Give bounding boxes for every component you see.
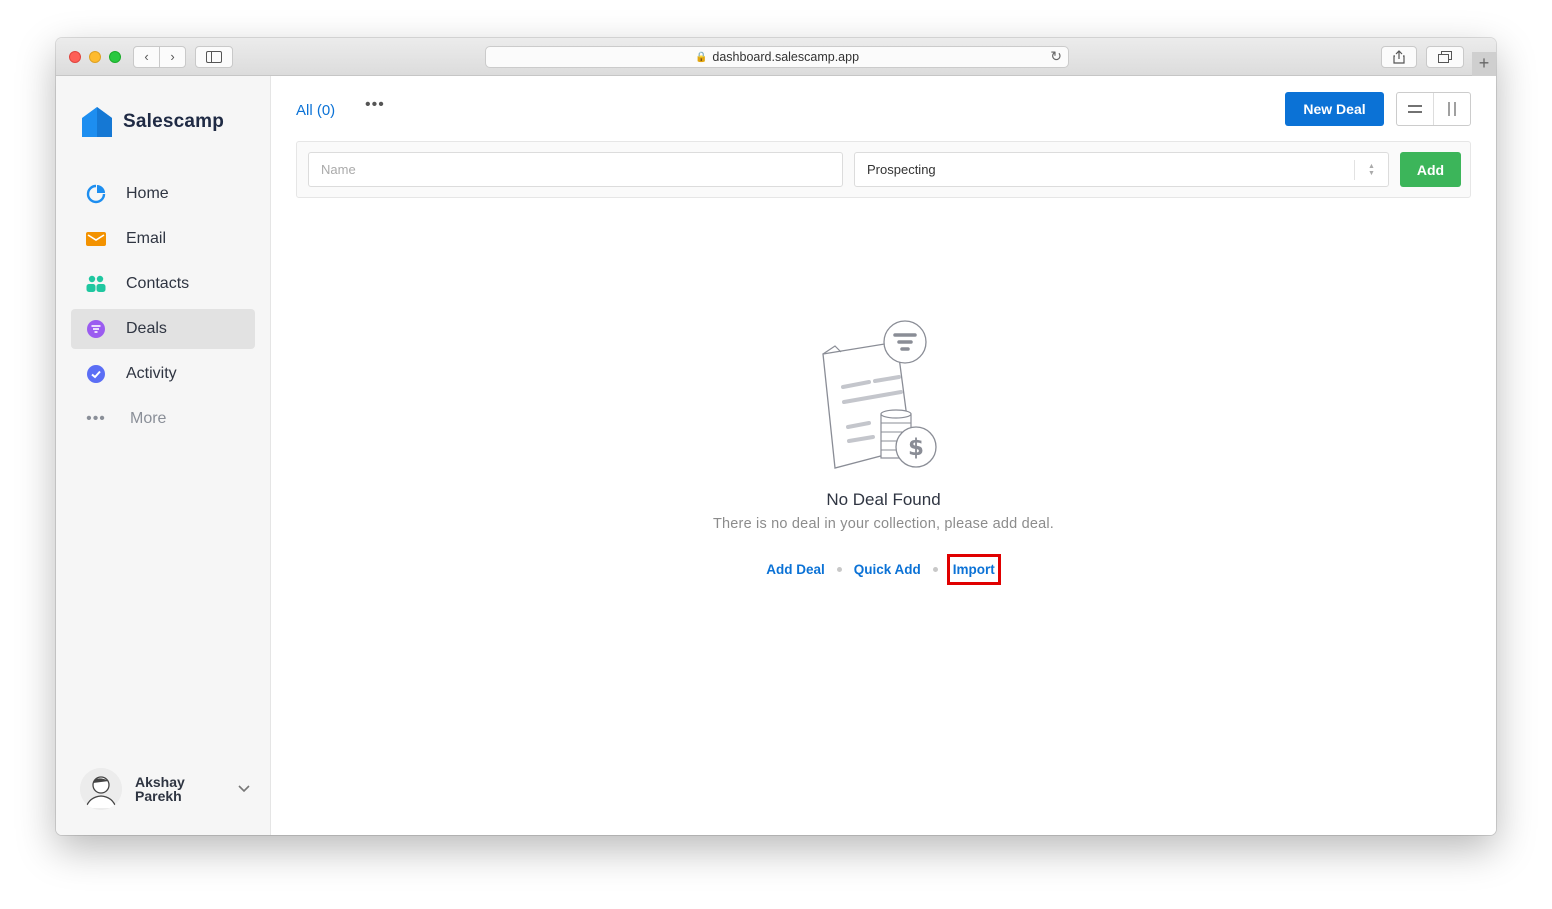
browser-window: ‹ › 🔒 dashboard.salescamp.app ↻ + Salesc… bbox=[56, 38, 1496, 835]
share-icon bbox=[1393, 50, 1405, 64]
more-dots-icon: ••• bbox=[86, 410, 106, 427]
salescamp-logo-icon bbox=[82, 107, 112, 137]
empty-state-subtitle: There is no deal in your collection, ple… bbox=[712, 516, 1055, 532]
stage-select[interactable]: Prospecting ▲ ▼ bbox=[854, 152, 1389, 187]
pie-chart-icon bbox=[86, 184, 106, 204]
sidebar-item-contacts[interactable]: Contacts bbox=[71, 264, 255, 304]
sidebar-item-activity[interactable]: Activity bbox=[71, 354, 255, 394]
list-view-icon[interactable] bbox=[1397, 93, 1433, 125]
url-text: dashboard.salescamp.app bbox=[712, 50, 860, 64]
more-options-icon[interactable]: ••• bbox=[365, 96, 385, 114]
tabs-overview-icon bbox=[1438, 51, 1452, 63]
import-link[interactable]: Import bbox=[946, 554, 1001, 585]
sidebar-item-label: Contacts bbox=[126, 275, 190, 292]
forward-icon[interactable]: › bbox=[159, 47, 185, 67]
reload-icon[interactable]: ↻ bbox=[1050, 48, 1062, 65]
browser-titlebar: ‹ › 🔒 dashboard.salescamp.app ↻ + bbox=[56, 38, 1496, 76]
sidebar-item-label: Activity bbox=[126, 365, 177, 382]
empty-state-title: No Deal Found bbox=[826, 490, 941, 509]
main-navigation: Home Email Contacts Deals Activity ••• M… bbox=[71, 174, 255, 444]
sidebar-item-label: More bbox=[130, 410, 167, 427]
board-view-icon[interactable] bbox=[1433, 93, 1470, 125]
filter-circle-icon bbox=[86, 319, 106, 339]
new-tab-button[interactable]: + bbox=[1472, 52, 1496, 76]
quick-add-button[interactable]: Add bbox=[1400, 152, 1461, 187]
sidebar-toggle-button[interactable] bbox=[195, 46, 233, 68]
sidebar-item-more[interactable]: ••• More bbox=[71, 399, 255, 439]
address-bar[interactable]: 🔒 dashboard.salescamp.app ↻ bbox=[485, 46, 1069, 68]
view-mode-toggle bbox=[1396, 92, 1471, 126]
app-sidebar: Salescamp Home Email Contacts Deals Acti… bbox=[56, 76, 271, 835]
stage-select-value: Prospecting bbox=[867, 162, 936, 177]
sidebar-item-label: Home bbox=[126, 185, 169, 202]
deals-main-panel: All (0) ••• New Deal Prospecting ▲▼ Add bbox=[271, 76, 1496, 835]
back-icon[interactable]: ‹ bbox=[134, 47, 159, 67]
people-icon bbox=[86, 274, 106, 294]
minimize-window-button[interactable] bbox=[89, 51, 101, 63]
share-button[interactable] bbox=[1381, 46, 1417, 68]
separator-dot bbox=[836, 567, 842, 572]
sidebar-item-home[interactable]: Home bbox=[71, 174, 255, 214]
sidebar-item-deals[interactable]: Deals bbox=[71, 309, 255, 349]
check-circle-icon bbox=[86, 364, 106, 384]
lock-icon: 🔒 bbox=[694, 51, 708, 63]
brand-logo[interactable]: Salescamp bbox=[81, 106, 224, 138]
brand-name: Salescamp bbox=[123, 111, 225, 132]
sidebar-item-label: Deals bbox=[126, 320, 167, 337]
empty-deals-illustration: $ bbox=[822, 320, 937, 469]
user-profile-menu[interactable]: Akshay Parekh bbox=[80, 768, 250, 810]
sidebar-item-email[interactable]: Email bbox=[71, 219, 255, 259]
avatar bbox=[80, 768, 122, 810]
empty-state-actions: Add Deal Quick Add Import bbox=[271, 554, 1496, 585]
svg-text:$: $ bbox=[908, 435, 924, 461]
new-deal-button[interactable]: New Deal bbox=[1285, 92, 1384, 126]
sidebar-toggle-icon bbox=[206, 51, 222, 63]
separator-dot bbox=[932, 567, 938, 572]
quick-add-form: Prospecting ▲▼ Add bbox=[296, 141, 1471, 198]
user-first-name: Akshay bbox=[135, 774, 185, 790]
deal-name-input[interactable] bbox=[308, 152, 843, 187]
close-window-button[interactable] bbox=[69, 51, 81, 63]
history-nav: ‹ › bbox=[133, 46, 186, 68]
add-deal-link[interactable]: Add Deal bbox=[766, 562, 825, 577]
quick-add-link[interactable]: Quick Add bbox=[854, 562, 921, 577]
filter-tab-all[interactable]: All (0) bbox=[296, 102, 335, 119]
sidebar-item-label: Email bbox=[126, 230, 167, 247]
user-name: Akshay Parekh bbox=[135, 775, 185, 803]
show-tabs-button[interactable] bbox=[1426, 46, 1464, 68]
chevron-down-icon[interactable] bbox=[238, 782, 250, 796]
envelope-icon bbox=[86, 229, 106, 249]
select-arrows-icon: ▲ ▼ bbox=[1354, 160, 1388, 180]
zoom-window-button[interactable] bbox=[109, 51, 121, 63]
user-last-name: Parekh bbox=[135, 788, 182, 804]
